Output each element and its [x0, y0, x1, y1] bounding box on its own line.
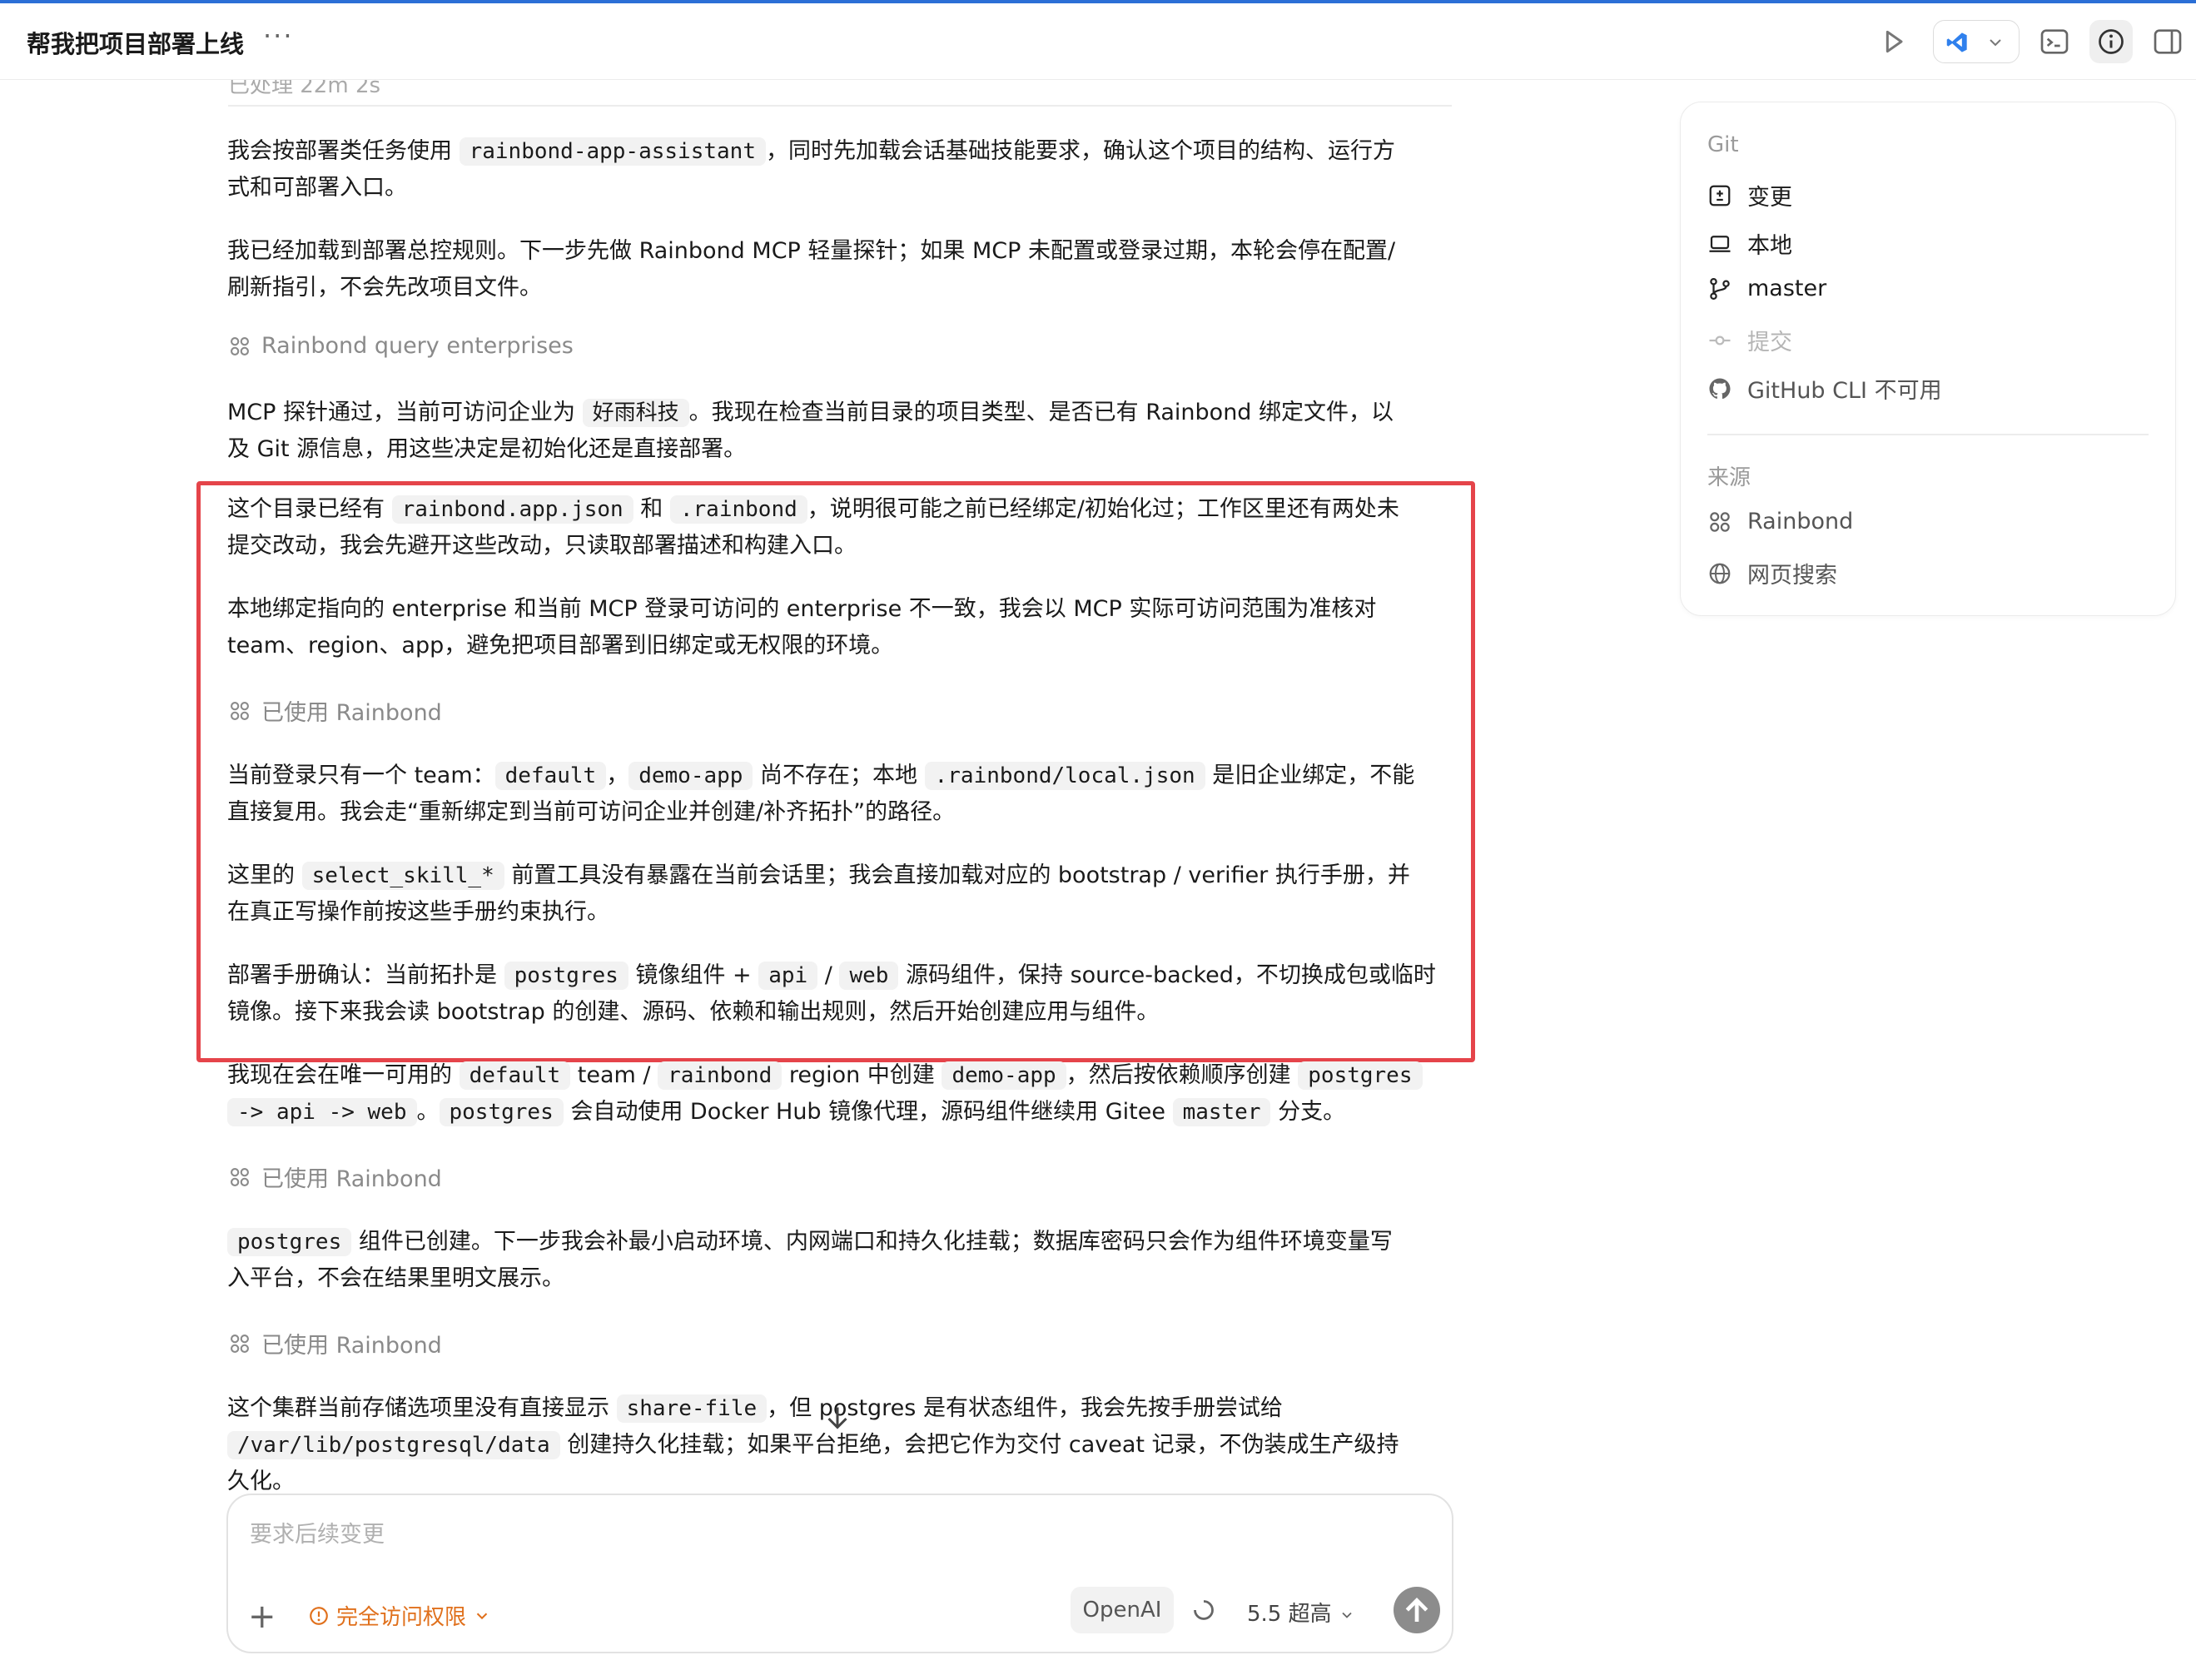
chevron-down-icon	[1342, 1612, 1352, 1618]
run-icon[interactable]	[1876, 25, 1910, 58]
access-level-dropdown[interactable]: 完全访问权限	[308, 1600, 491, 1631]
chevron-down-icon	[1990, 39, 2001, 47]
assistant-message: 我已经加载到部署总控规则。下一步先做 Rainbond MCP 轻量探针；如果 …	[227, 238, 1396, 301]
git-item-local[interactable]: 本地	[1707, 227, 1792, 260]
diff-icon	[1709, 185, 1731, 206]
scroll-to-bottom-button[interactable]	[822, 1402, 852, 1443]
assistant-message: 这里的 select_skill_* 前置工具没有暴露在当前会话里；我会直接加载…	[227, 862, 1410, 925]
assistant-message: 本地绑定指向的 enterprise 和当前 MCP 登录可访问的 enterp…	[227, 596, 1377, 659]
assistant-message: 部署手册确认：当前拓扑是 postgres 镜像组件 + api / web 源…	[227, 962, 1436, 1025]
thread-title: 帮我把项目部署上线	[27, 30, 245, 58]
globe-icon	[1709, 563, 1731, 584]
commit-icon	[1709, 336, 1731, 345]
conversation-area[interactable]: 已处理 22m 2s 我会按部署类任务使用 rainbond-app-assis…	[0, 80, 2196, 1680]
composer: + 完全访问权限 OpenAI 5.5 超高	[226, 1494, 1453, 1653]
tool-call-item[interactable]: Rainbond query enterprises	[228, 333, 574, 359]
open-in-editor-button[interactable]	[1933, 20, 2020, 63]
git-header: Git	[1707, 132, 1739, 157]
git-item-branch[interactable]: master	[1707, 276, 1826, 301]
tool-call-item[interactable]: 已使用 Rainbond	[228, 1161, 442, 1193]
branch-icon	[1710, 277, 1730, 300]
top-bar: 帮我把项目部署上线 ···	[0, 0, 2196, 80]
assistant-message: 这个目录已经有 rainbond.app.json 和 .rainbond ，说明…	[227, 495, 1399, 559]
panel-divider	[1707, 434, 2149, 435]
model-selector[interactable]: 5.5 超高	[1247, 1597, 1355, 1628]
assistant-message: postgres 组件已创建。下一步我会补最小启动环境、内网端口和持久化挂载；数…	[227, 1228, 1393, 1291]
rainbond-icon	[231, 701, 249, 720]
sources-header: 来源	[1707, 465, 1751, 490]
vscode-icon	[1946, 32, 1967, 52]
assistant-message: 我现在会在唯一可用的 default team / rainbond regio…	[227, 1057, 1455, 1131]
add-attachment-button[interactable]: +	[248, 1600, 276, 1633]
git-item-changes[interactable]: 变更	[1707, 179, 1792, 211]
rainbond-icon	[1710, 511, 1730, 532]
arrow-up-icon	[1405, 1598, 1428, 1622]
git-item-github-cli[interactable]: GitHub CLI 不可用	[1707, 372, 1942, 405]
laptop-icon	[1709, 235, 1731, 252]
processed-summary[interactable]: 已处理 22m 2s	[228, 80, 1452, 107]
more-menu-button[interactable]: ···	[263, 20, 294, 52]
rainbond-icon	[231, 1167, 249, 1186]
git-item-commit[interactable]: 提交	[1707, 324, 1792, 356]
chevron-down-icon	[476, 1613, 488, 1619]
git-panel: Git 变更 本地 master 提交 GitHub CLI 不可用 来源 Ra…	[1680, 102, 2176, 616]
tool-call-item[interactable]: 已使用 Rainbond	[228, 1327, 442, 1359]
provider-badge[interactable]: OpenAI	[1071, 1587, 1174, 1633]
source-item-web-search[interactable]: 网页搜索	[1707, 557, 1837, 589]
loading-spinner-icon	[1194, 1600, 1214, 1620]
assistant-message: MCP 探针通过，当前可访问企业为 好雨科技 。我现在检查当前目录的项目类型、是否…	[227, 399, 1394, 462]
arrow-down-icon	[827, 1407, 847, 1429]
warning-icon	[310, 1606, 328, 1625]
follow-up-input[interactable]	[248, 1517, 1417, 1552]
terminal-icon[interactable]	[2038, 25, 2071, 58]
tool-call-item[interactable]: 已使用 Rainbond	[228, 694, 442, 727]
source-item-rainbond[interactable]: Rainbond	[1707, 509, 1853, 534]
rainbond-icon	[231, 1334, 249, 1353]
info-toggle-button[interactable]	[2089, 20, 2133, 63]
rainbond-icon	[231, 336, 249, 355]
info-icon	[2099, 29, 2124, 54]
send-button[interactable]	[1394, 1587, 1440, 1633]
sidebar-toggle-icon[interactable]	[2151, 25, 2184, 58]
assistant-message: 当前登录只有一个 team： default， demo-app 尚不存在；本地 .…	[227, 762, 1415, 825]
assistant-message: 我会按部署类任务使用 rainbond-app-assistant ，同时先加载会…	[227, 137, 1395, 201]
github-icon	[1709, 378, 1731, 399]
